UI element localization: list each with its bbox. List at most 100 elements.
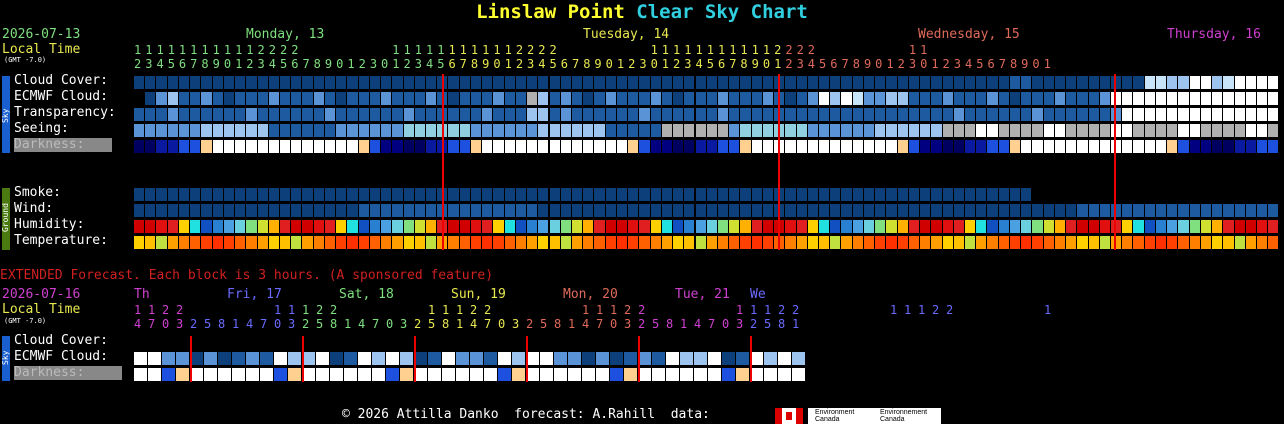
ext-block-dark (358, 368, 371, 381)
block-dark (650, 140, 661, 153)
block-ecmwf (425, 92, 437, 105)
block-seeing (931, 124, 942, 137)
forecast-grid (0, 0, 1284, 424)
block-wind (1088, 204, 1099, 217)
block-cloud (156, 76, 167, 89)
block-seeing (1054, 124, 1066, 137)
block-seeing (673, 124, 684, 137)
environment-canada-logo[interactable]: Environment Canada Environnement Canada (808, 408, 941, 424)
ext-hour-digit: 3 (624, 317, 632, 331)
block-dark (515, 140, 527, 153)
block-ecmwf (594, 92, 605, 105)
ext-block-ecmwf (498, 352, 511, 365)
block-smoke (448, 188, 459, 201)
block-dark (190, 140, 201, 153)
block-wind (1257, 204, 1268, 217)
block-wind (1223, 204, 1234, 217)
ext-block-dark (666, 368, 679, 381)
block-ecmwf (1245, 92, 1256, 105)
block-smoke (841, 188, 852, 201)
block-hum (1009, 220, 1021, 233)
block-seeing (1099, 124, 1110, 137)
block-trans (673, 108, 684, 121)
block-hum (920, 220, 931, 233)
ext-hour-digit: 4 (470, 317, 478, 331)
ext-hour-digit: 2 (470, 303, 478, 317)
block-wind (1111, 204, 1122, 217)
block-wind (1189, 204, 1200, 217)
block-trans (1021, 108, 1032, 121)
block-wind (616, 204, 628, 217)
block-seeing (807, 124, 819, 137)
block-wind (830, 204, 841, 217)
block-hum (706, 220, 717, 233)
block-temp (414, 236, 425, 249)
block-trans (706, 108, 717, 121)
block-hum (965, 220, 976, 233)
block-dark (1223, 140, 1234, 153)
block-seeing (336, 124, 347, 137)
ext-hour-digit: 0 (610, 317, 618, 331)
block-hum (639, 220, 650, 233)
block-temp (1200, 236, 1212, 249)
ext-hour-digit: 1 (904, 303, 912, 317)
block-dark (1043, 140, 1054, 153)
block-temp (347, 236, 358, 249)
block-smoke (695, 188, 706, 201)
block-ecmwf (190, 92, 201, 105)
block-wind (942, 204, 953, 217)
block-ecmwf (1257, 92, 1268, 105)
block-trans (650, 108, 661, 121)
block-temp (493, 236, 504, 249)
block-wind (347, 204, 358, 217)
ext-midnight-line (190, 336, 192, 382)
block-seeing (852, 124, 863, 137)
block-temp (470, 236, 482, 249)
block-smoke (134, 188, 145, 201)
block-ecmwf (908, 92, 920, 105)
block-ecmwf (1054, 92, 1066, 105)
block-ecmwf (1155, 92, 1167, 105)
block-seeing (1257, 124, 1268, 137)
block-ecmwf (347, 92, 358, 105)
block-hum (560, 220, 571, 233)
block-dark (987, 140, 998, 153)
block-hum (616, 220, 628, 233)
block-ecmwf (201, 92, 212, 105)
block-hum (538, 220, 549, 233)
block-cloud (976, 76, 987, 89)
block-trans (1133, 108, 1144, 121)
block-temp (145, 236, 156, 249)
block-wind (560, 204, 571, 217)
block-ecmwf (482, 92, 493, 105)
block-cloud (235, 76, 246, 89)
block-dark (212, 140, 223, 153)
block-wind (134, 204, 145, 217)
block-temp (425, 236, 437, 249)
block-wind (976, 204, 987, 217)
block-temp (594, 236, 605, 249)
block-seeing (616, 124, 628, 137)
block-wind (470, 204, 482, 217)
block-hum (751, 220, 762, 233)
block-ecmwf (504, 92, 515, 105)
block-temp (527, 236, 538, 249)
block-trans (1178, 108, 1189, 121)
block-hum (908, 220, 920, 233)
block-trans (1155, 108, 1167, 121)
block-trans (717, 108, 729, 121)
block-trans (190, 108, 201, 121)
block-trans (212, 108, 223, 121)
block-seeing (594, 124, 605, 137)
block-trans (1088, 108, 1099, 121)
block-temp (1133, 236, 1144, 249)
block-wind (538, 204, 549, 217)
ext-hour-digit: 1 (764, 303, 772, 317)
block-ecmwf (661, 92, 673, 105)
block-dark (796, 140, 807, 153)
logo-text-english: Environment Canada (815, 409, 855, 423)
block-seeing (493, 124, 504, 137)
block-seeing (279, 124, 291, 137)
block-seeing (796, 124, 807, 137)
block-ecmwf (1021, 92, 1032, 105)
